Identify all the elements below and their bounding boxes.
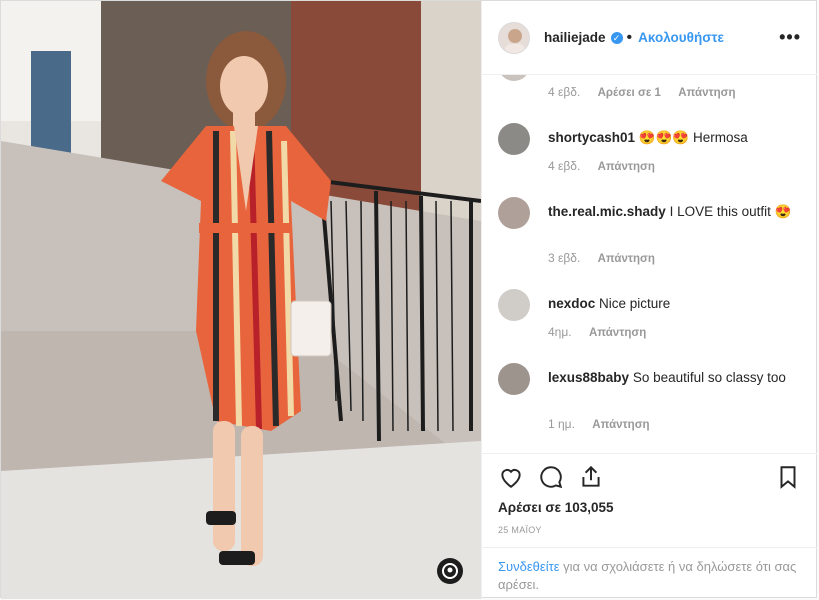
likes-count[interactable]: Αρέσει σε 103,055 — [498, 500, 614, 515]
avatar[interactable] — [498, 21, 530, 54]
more-icon[interactable]: ••• — [779, 27, 801, 48]
commenter-avatar[interactable] — [498, 75, 530, 81]
comment-meta: 4ημ. Απάντηση — [548, 325, 660, 339]
comment-time[interactable]: 4ημ. — [548, 325, 572, 339]
comment-time[interactable]: 1 ημ. — [548, 417, 575, 431]
comment-time[interactable]: 4 εβδ. — [548, 159, 580, 173]
share-icon[interactable] — [578, 464, 604, 490]
post-sidebar: hailiejade ✓ • Ακολουθήστε ••• 4 εβδ. Αρ… — [481, 1, 817, 599]
comment-meta: 3 εβδ. Απάντηση — [548, 251, 669, 265]
reply-button[interactable]: Απάντηση — [598, 253, 655, 265]
reply-button[interactable]: Απάντηση — [589, 327, 646, 339]
comment-body: 😍😍😍 Hermosa — [638, 130, 748, 145]
verified-icon: ✓ — [610, 31, 623, 44]
commenter-avatar[interactable] — [498, 289, 530, 321]
comment-text: shortycash01 😍😍😍 Hermosa — [548, 129, 801, 147]
reply-button[interactable]: Απάντηση — [598, 161, 655, 173]
comment-time[interactable]: 3 εβδ. — [548, 251, 580, 265]
separator-dot: • — [626, 28, 633, 46]
follow-button[interactable]: Ακολουθήστε — [638, 30, 724, 45]
comment-icon[interactable] — [538, 464, 564, 490]
commenter-username[interactable]: the.real.mic.shady — [548, 204, 666, 219]
comment-body: I LOVE this outfit 😍 — [669, 204, 792, 219]
post-header: hailiejade ✓ • Ακολουθήστε ••• — [482, 1, 817, 75]
comment-text: the.real.mic.shady I LOVE this outfit 😍 — [548, 203, 801, 221]
bookmark-icon[interactable] — [775, 464, 801, 490]
comment-meta: 4 εβδ. Απάντηση — [548, 159, 669, 173]
action-icons — [498, 464, 801, 490]
heart-icon[interactable] — [498, 464, 524, 490]
commenter-username[interactable]: nexdoc — [548, 296, 595, 311]
username-link[interactable]: hailiejade — [544, 30, 606, 45]
tag-icon[interactable] — [437, 558, 463, 584]
instagram-post: hailiejade ✓ • Ακολουθήστε ••• 4 εβδ. Αρ… — [0, 0, 817, 599]
commenter-username[interactable]: lexus88baby — [548, 370, 629, 385]
comment-likes[interactable]: Αρέσει σε 1 — [598, 87, 661, 99]
comment-meta: 1 ημ. Απάντηση — [548, 417, 664, 431]
login-prompt: Συνδεθείτε για να σχολιάσετε ή να δηλώσε… — [482, 547, 817, 599]
login-link[interactable]: Συνδεθείτε — [498, 559, 560, 574]
post-date: 25 ΜΑΪΟΥ — [498, 525, 542, 535]
reply-button[interactable]: Απάντηση — [678, 87, 735, 99]
commenter-avatar[interactable] — [498, 123, 530, 155]
post-photo[interactable] — [1, 1, 481, 599]
commenter-avatar[interactable] — [498, 197, 530, 229]
comment-time[interactable]: 4 εβδ. — [548, 85, 580, 99]
comment-text: nexdoc Nice picture — [548, 295, 801, 313]
comment-text: lexus88baby So beautiful so classy too — [548, 369, 801, 387]
street-scene-image — [1, 1, 481, 599]
comments-list[interactable]: 4 εβδ. Αρέσει σε 1 Απάντηση shortycash01… — [482, 75, 817, 453]
reply-button[interactable]: Απάντηση — [592, 419, 649, 431]
commenter-avatar[interactable] — [498, 363, 530, 395]
comment-body: So beautiful so classy too — [632, 370, 786, 385]
post-actions: Αρέσει σε 103,055 25 ΜΑΪΟΥ — [482, 453, 817, 554]
comment-body: Nice picture — [599, 296, 671, 311]
commenter-username[interactable]: shortycash01 — [548, 130, 635, 145]
comment-meta: 4 εβδ. Αρέσει σε 1 Απάντηση — [548, 85, 750, 99]
